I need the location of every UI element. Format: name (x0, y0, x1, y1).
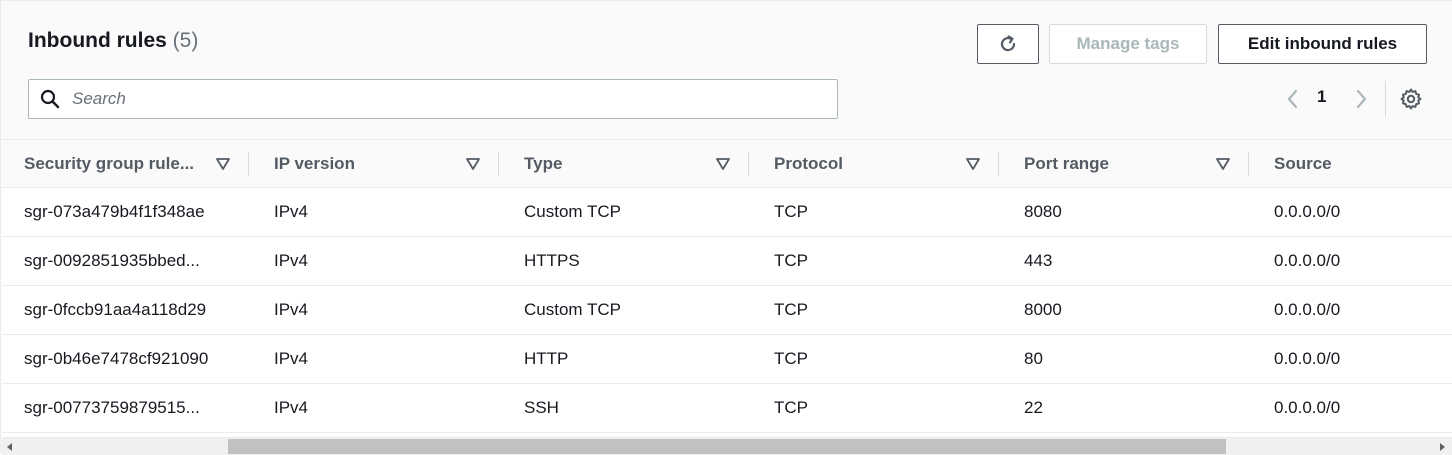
page-title: Inbound rules (5) (28, 29, 198, 53)
table-row[interactable]: sgr-0b46e7478cf921090 IPv4 HTTP TCP 80 0… (2, 335, 1452, 384)
column-label: Port range (1024, 154, 1110, 173)
column-header-type[interactable]: Type (502, 140, 752, 188)
column-divider[interactable] (1248, 152, 1249, 176)
gear-icon[interactable] (1399, 87, 1423, 111)
column-header-source[interactable]: Source (1252, 140, 1452, 188)
column-divider[interactable] (748, 152, 749, 176)
cell-rule-id: sgr-00773759879515... (24, 398, 200, 417)
cell-source: 0.0.0.0/0 (1274, 349, 1341, 368)
scroll-left-arrow-icon[interactable] (5, 442, 15, 452)
column-label: Type (524, 154, 563, 173)
sort-down-icon[interactable] (466, 158, 480, 170)
cell-ip-version: IPv4 (274, 251, 309, 270)
cell-source: 0.0.0.0/0 (1274, 202, 1341, 221)
column-label: Security group rule... (24, 154, 195, 173)
column-label: Source (1274, 154, 1332, 173)
cell-ip-version: IPv4 (274, 349, 309, 368)
cell-protocol: TCP (774, 349, 808, 368)
table-row[interactable]: sgr-0092851935bbed... IPv4 HTTPS TCP 443… (2, 237, 1452, 286)
cell-rule-id: sgr-0fccb91aa4a118d29 (24, 300, 207, 319)
cell-ip-version: IPv4 (274, 300, 309, 319)
column-header-security-group-rule[interactable]: Security group rule... (2, 140, 252, 188)
panel-header: Inbound rules (5) Manage tags Edit inbou… (1, 1, 1452, 139)
column-header-ip-version[interactable]: IP version (252, 140, 502, 188)
cell-ip-version: IPv4 (274, 398, 309, 417)
rule-count: (5) (172, 29, 199, 52)
cell-source: 0.0.0.0/0 (1274, 251, 1341, 270)
cell-source: 0.0.0.0/0 (1274, 398, 1341, 417)
table-row[interactable]: sgr-0fccb91aa4a118d29 IPv4 Custom TCP TC… (2, 286, 1452, 335)
cell-type: HTTP (524, 349, 569, 368)
search-box[interactable] (28, 79, 838, 119)
rules-table: Security group rule... IP version Type P… (2, 139, 1452, 437)
scrollbar-thumb[interactable] (228, 439, 1226, 454)
cell-source: 0.0.0.0/0 (1274, 300, 1341, 319)
sort-down-icon[interactable] (966, 158, 980, 170)
search-icon (40, 89, 60, 109)
table-row[interactable]: sgr-00773759879515... IPv4 SSH TCP 22 0.… (2, 384, 1452, 433)
cell-protocol: TCP (774, 398, 808, 417)
pagination-divider (1385, 81, 1386, 117)
sort-down-icon[interactable] (1216, 158, 1230, 170)
search-input[interactable] (70, 88, 814, 110)
column-divider[interactable] (248, 152, 249, 176)
title-text: Inbound rules (28, 29, 167, 52)
cell-rule-id: sgr-0092851935bbed... (24, 251, 200, 270)
column-divider[interactable] (998, 152, 999, 176)
cell-port-range: 8080 (1024, 202, 1062, 221)
cell-port-range: 80 (1024, 349, 1043, 368)
table-row[interactable]: sgr-073a479b4f1f348ae IPv4 Custom TCP TC… (2, 188, 1452, 237)
cell-ip-version: IPv4 (274, 202, 309, 221)
chevron-left-icon[interactable] (1283, 87, 1303, 111)
inbound-rules-panel: Inbound rules (5) Manage tags Edit inbou… (0, 0, 1452, 455)
column-label: Protocol (774, 154, 843, 173)
table-header: Security group rule... IP version Type P… (2, 139, 1452, 188)
edit-inbound-rules-button[interactable]: Edit inbound rules (1218, 24, 1427, 64)
scroll-right-arrow-icon[interactable] (1437, 442, 1447, 452)
refresh-button[interactable] (977, 24, 1039, 64)
horizontal-scrollbar[interactable] (2, 437, 1452, 455)
manage-tags-button[interactable]: Manage tags (1049, 24, 1207, 64)
cell-rule-id: sgr-073a479b4f1f348ae (24, 202, 205, 221)
cell-port-range: 8000 (1024, 300, 1062, 319)
current-page-number[interactable]: 1 (1317, 87, 1326, 107)
cell-rule-id: sgr-0b46e7478cf921090 (24, 349, 209, 368)
cell-protocol: TCP (774, 251, 808, 270)
refresh-icon (1000, 35, 1016, 52)
column-divider[interactable] (498, 152, 499, 176)
sort-down-icon[interactable] (716, 158, 730, 170)
cell-port-range: 443 (1024, 251, 1053, 270)
cell-protocol: TCP (774, 300, 808, 319)
cell-type: Custom TCP (524, 202, 621, 221)
cell-type: Custom TCP (524, 300, 621, 319)
column-header-port-range[interactable]: Port range (1002, 140, 1252, 188)
chevron-right-icon[interactable] (1351, 87, 1371, 111)
cell-type: HTTPS (524, 251, 580, 270)
sort-down-icon[interactable] (216, 158, 230, 170)
cell-port-range: 22 (1024, 398, 1043, 417)
column-label: IP version (274, 154, 355, 173)
cell-type: SSH (524, 398, 559, 417)
column-header-protocol[interactable]: Protocol (752, 140, 1002, 188)
cell-protocol: TCP (774, 202, 808, 221)
